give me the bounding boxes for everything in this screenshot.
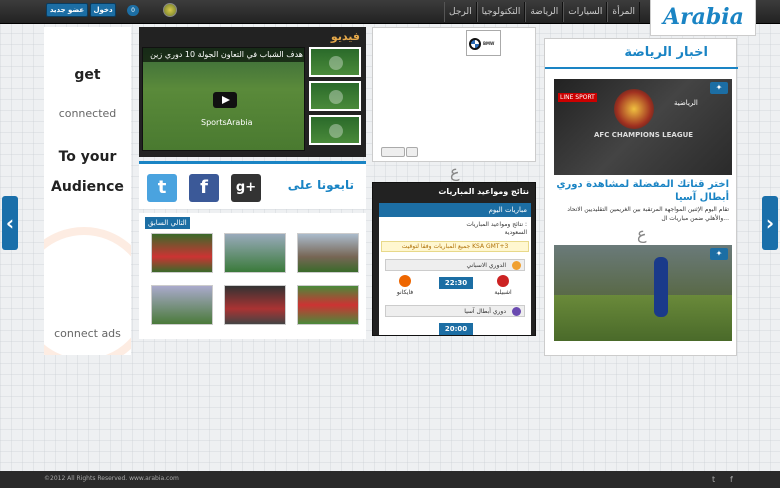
gallery-image[interactable] (151, 285, 213, 325)
logo-text: Arabia (663, 4, 744, 30)
video-title: هدف الشباب في التعاون الجولة 10 دوري زين (143, 48, 304, 62)
ad-pager[interactable] (381, 147, 405, 157)
matches-line: نتائج ومواعيد المباريات : (466, 221, 527, 228)
photo-gallery: التالي السابق (139, 213, 366, 339)
league-row: الدوري الاسباني (385, 259, 525, 271)
news-image-label: LINE SPORT (558, 93, 597, 102)
play-icon[interactable] (213, 92, 237, 108)
separator-icon: ع (450, 162, 460, 181)
gallery-image[interactable] (297, 285, 359, 325)
bmw-text: BMW (483, 41, 495, 46)
pin-icon[interactable]: ✦ (710, 248, 728, 260)
trophy-logo-icon (614, 89, 654, 129)
gallery-image[interactable] (224, 233, 286, 273)
home-team: اشبيلية (494, 289, 512, 296)
ad-line-to-your: To your (58, 149, 117, 165)
separator-icon: ع (637, 224, 647, 243)
bmw-ad[interactable]: BMW (466, 30, 501, 56)
video-panel: فيديو هدف الشباب في التعاون الجولة 10 دو… (139, 27, 366, 157)
video-brand: SportsArabia (201, 118, 253, 127)
gallery-image[interactable] (297, 233, 359, 273)
timezone-note: جميع المباريات وفقا لتوقيت KSA GMT+3 (381, 241, 529, 252)
next-arrow-button[interactable]: › (762, 196, 778, 250)
notification-badge[interactable]: 0 (127, 5, 139, 16)
league-name: دوري أبطال آسيا (464, 308, 506, 315)
league-icon (512, 307, 521, 316)
gallery-nav[interactable]: التالي السابق (145, 217, 190, 229)
ad-pager[interactable] (406, 147, 418, 157)
bmw-logo-icon (469, 38, 481, 50)
news-image-channel: الرياضية (674, 99, 698, 107)
league-name: الدوري الاسباني (466, 262, 506, 269)
video-player[interactable]: هدف الشباب في التعاون الجولة 10 دوري زين… (142, 47, 305, 151)
twitter-icon[interactable]: t (712, 475, 715, 484)
nav-technology[interactable]: التكنولوجيا (476, 2, 526, 22)
pin-icon[interactable]: ✦ (710, 82, 728, 94)
logo[interactable]: Arabia (650, 0, 756, 36)
nav-sports[interactable]: الرياضة (525, 2, 564, 22)
match-time[interactable]: 20:00 (439, 323, 473, 335)
nav-cars[interactable]: السيارات (563, 2, 608, 22)
news-image[interactable]: LINE SPORT AFC CHAMPIONS LEAGUE الرياضية… (554, 79, 732, 175)
nav-women[interactable]: المرأة (607, 2, 640, 22)
tab-today-matches[interactable]: مباريات اليوم (379, 203, 531, 217)
league-row: دوري أبطال آسيا (385, 305, 525, 317)
matches-panel: نتائج ومواعيد المباريات مباريات اليوم نت… (372, 182, 536, 336)
matches-heading: نتائج ومواعيد المباريات (438, 187, 529, 196)
ad-banner-left[interactable]: get connected To your Audience connect a… (44, 27, 131, 355)
ad-line-connected: connected (58, 107, 117, 120)
ad-banner-middle[interactable]: BMW (372, 27, 536, 162)
news-image[interactable]: ✦ (554, 245, 732, 341)
nav-men[interactable]: الرجل (444, 2, 477, 22)
main-nav: المرأة السيارات الرياضة التكنولوجيا الرج… (444, 2, 640, 22)
news-excerpt: تقام اليوم الإثنين المواجهة المرتقبة بين… (567, 206, 729, 222)
away-team: فايكانو (396, 289, 414, 296)
footer: ©2012 All Rights Reserved. www.arabia.co… (0, 471, 780, 488)
ad-line-get: get (74, 67, 101, 83)
prev-arrow-button[interactable]: ‹ (2, 196, 18, 250)
facebook-icon[interactable]: f (730, 475, 733, 484)
matches-body: مباريات اليوم نتائج ومواعيد المباريات : … (379, 203, 531, 335)
news-heading: اخبار الرياضة (624, 45, 708, 60)
gallery-image[interactable] (224, 285, 286, 325)
matches-country: السعودية (504, 229, 527, 236)
twitter-icon[interactable]: t (147, 174, 177, 202)
video-heading: فيديو (330, 30, 360, 43)
team-icon (497, 275, 509, 287)
team-icon (399, 275, 411, 287)
pitch-decoration (554, 295, 732, 341)
player-figure (654, 257, 668, 317)
gallery-image[interactable] (151, 233, 213, 273)
login-button[interactable]: دخول (90, 3, 116, 17)
video-thumbnail[interactable] (309, 115, 361, 145)
news-header: اخبار الرياضة (545, 39, 738, 69)
news-title[interactable]: اختر قناتك المفضلة لمشاهدة دوري أبطال آس… (549, 178, 729, 204)
sports-news-panel: اخبار الرياضة LINE SPORT AFC CHAMPIONS L… (544, 38, 738, 356)
facebook-icon[interactable]: f (189, 174, 219, 202)
video-thumbnail[interactable] (309, 81, 361, 111)
follow-panel: تابعونا على t f g+ (139, 161, 366, 209)
video-thumbnail[interactable] (309, 47, 361, 77)
ad-line-audience: Audience (51, 179, 124, 195)
news-image-caption: AFC CHAMPIONS LEAGUE (594, 131, 694, 139)
league-icon (512, 261, 521, 270)
google-plus-icon[interactable]: g+ (231, 174, 261, 202)
match-time[interactable]: 22:30 (439, 277, 473, 289)
copyright: ©2012 All Rights Reserved. www.arabia.co… (44, 475, 179, 482)
avatar[interactable] (163, 3, 177, 17)
follow-label: تابعونا على (287, 178, 354, 192)
ad-brand: connect ads (54, 327, 121, 340)
register-button[interactable]: عضو جديد (46, 3, 88, 17)
